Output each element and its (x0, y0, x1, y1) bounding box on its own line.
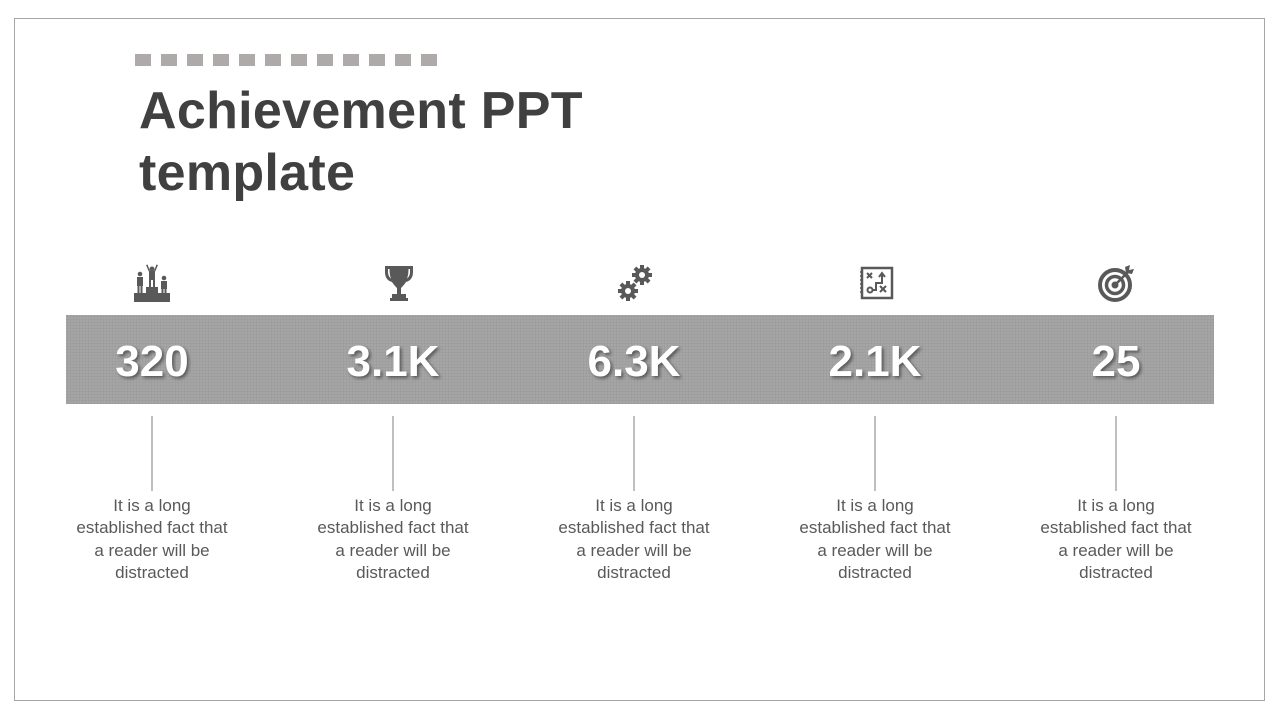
dash (421, 54, 437, 66)
dash (161, 54, 177, 66)
slide-title: Achievement PPT template (139, 82, 583, 202)
dash (291, 54, 307, 66)
trophy-icon (379, 263, 419, 303)
connector-line (633, 416, 635, 491)
dash (213, 54, 229, 66)
connector-line (1115, 416, 1117, 491)
stat-description: It is a long established fact that a rea… (558, 496, 710, 582)
strategy-board-icon (856, 263, 896, 303)
stat-value: 6.3K (587, 337, 681, 386)
stat-description: It is a long established fact that a rea… (1040, 496, 1192, 582)
dash (369, 54, 385, 66)
connector-line (874, 416, 876, 491)
dash (395, 54, 411, 66)
dash (135, 54, 151, 66)
stat-value: 25 (1091, 337, 1141, 386)
stat-description: It is a long established fact that a rea… (799, 496, 951, 582)
dash (317, 54, 333, 66)
stat-value: 3.1K (346, 337, 440, 386)
target-icon (1096, 263, 1136, 303)
stat-value: 320 (115, 337, 189, 386)
stat-description: It is a long established fact that a rea… (317, 496, 469, 582)
dash (343, 54, 359, 66)
stat-value: 2.1K (828, 337, 922, 386)
connector-line (151, 416, 153, 491)
dash (239, 54, 255, 66)
gears-icon (616, 263, 656, 303)
decorative-dash-line (135, 54, 437, 66)
podium-winners-icon (132, 263, 172, 303)
dash (265, 54, 281, 66)
dash (187, 54, 203, 66)
stat-description: It is a long established fact that a rea… (76, 496, 228, 582)
connector-line (392, 416, 394, 491)
